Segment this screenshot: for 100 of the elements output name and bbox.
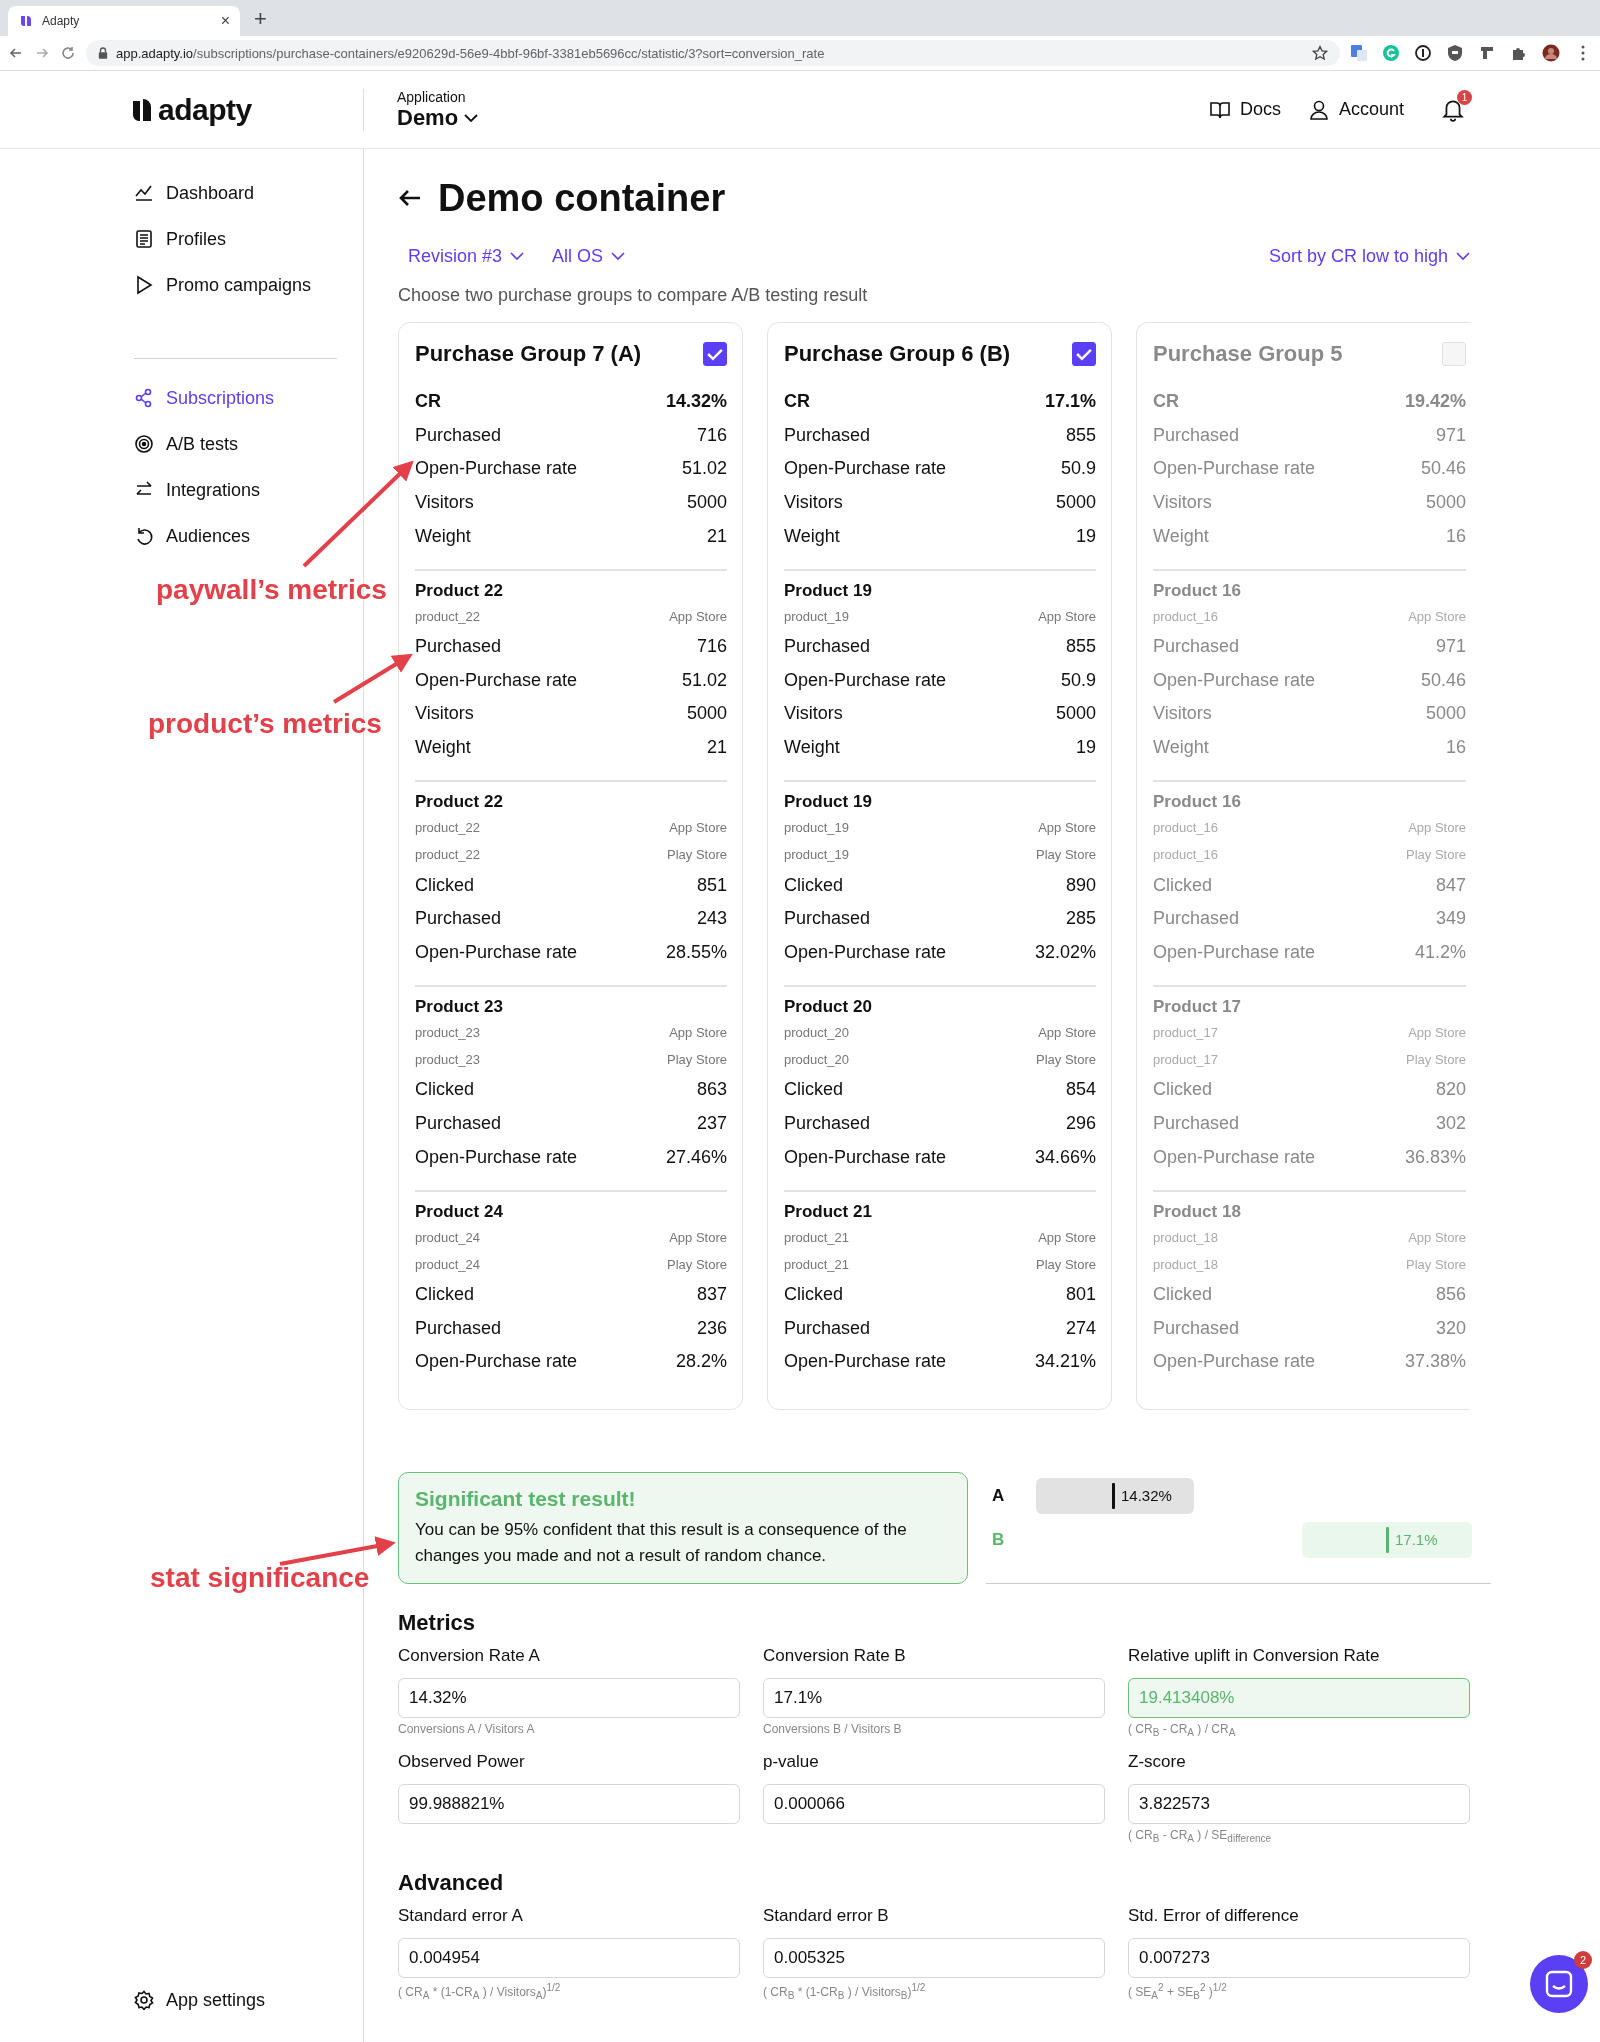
input-field[interactable]: 0.000066 — [763, 1784, 1105, 1825]
field-label: Observed Power — [398, 1752, 526, 1773]
metric-label: Clicked — [415, 874, 475, 896]
browser-tab[interactable]: Adapty × — [8, 6, 240, 36]
metric-value: 17.1% — [1044, 391, 1096, 413]
checkbox[interactable] — [1072, 342, 1096, 366]
input-field[interactable]: 0.007273 — [1128, 1938, 1470, 1979]
filter-dropdown[interactable]: Revision #3 — [408, 245, 525, 267]
metric-label: Purchased — [415, 908, 502, 930]
store-label: App Store — [669, 1025, 727, 1041]
address-bar[interactable]: app.adapty.io/subscriptions/purchase-containers/e920629d-56e9-4bbf-96bf-3381eb5696cc/statistic/3?sort=conversion_rate — [86, 40, 1340, 66]
metric-value: 856 — [1435, 1284, 1466, 1306]
metric-label: Purchased — [415, 1113, 502, 1134]
shield-icon[interactable] — [1446, 44, 1464, 62]
annotation-text: product’s metrics — [148, 708, 382, 740]
filter-dropdown[interactable]: All OS — [552, 245, 626, 267]
sidebar-item[interactable]: Audiences — [134, 521, 251, 551]
field-label: Relative uplift in Conversion Rate — [1128, 1645, 1381, 1666]
tab-title: Adapty — [42, 14, 81, 28]
bell-icon[interactable] — [1442, 97, 1464, 122]
app-dropdown[interactable]: Demo — [397, 104, 479, 131]
close-tab-button[interactable]: × — [220, 12, 230, 30]
section-title: Advanced — [398, 1870, 505, 1897]
sidebar-item[interactable]: Promo campaigns — [134, 270, 312, 300]
metric-label: Clicked — [784, 1284, 844, 1306]
metric-value: 851 — [696, 874, 727, 896]
sidebar-item[interactable]: App settings — [134, 1985, 266, 2015]
metric-value: 41.2% — [1414, 941, 1466, 963]
metric-label: Clicked — [415, 1079, 475, 1101]
app-label: Application — [397, 88, 467, 105]
notification-badge: 2 — [1574, 1951, 1592, 1969]
store-label: App Store — [1408, 608, 1466, 624]
metric-label: Weight — [784, 525, 840, 547]
section-title: Metrics — [398, 1609, 477, 1636]
metric-label: Purchased — [1153, 908, 1240, 930]
store-label: App Store — [1408, 820, 1466, 836]
metric-label: Weight — [415, 737, 471, 759]
metric-value: 5000 — [686, 703, 727, 725]
info-icon[interactable] — [1414, 44, 1432, 62]
metric-label: CR — [1153, 391, 1179, 413]
metric-label: Visitors — [1153, 492, 1212, 514]
translate-icon[interactable] — [1350, 44, 1368, 62]
metric-label: Open-Purchase rate — [415, 1146, 578, 1168]
reload-icon[interactable] — [60, 45, 76, 61]
metric-value: 50.9 — [1060, 458, 1096, 480]
sidebar-item[interactable]: Dashboard — [134, 178, 255, 208]
metric-label: Open-Purchase rate — [784, 1351, 947, 1373]
metric-label: CR — [784, 391, 810, 413]
annotation-text: stat significance — [150, 1562, 370, 1594]
new-tab-button[interactable]: + — [254, 6, 267, 32]
store-label: Play Store — [1036, 847, 1096, 863]
store-label: App Store — [669, 1229, 727, 1245]
sidebar-item[interactable]: A/B tests — [134, 429, 239, 459]
input-field[interactable]: 0.004954 — [398, 1938, 740, 1979]
account-link[interactable]: Account — [1308, 99, 1404, 120]
sidebar-item[interactable]: Profiles — [134, 224, 227, 254]
page-title: Demo container — [438, 176, 726, 220]
metric-value: 28.55% — [665, 941, 727, 963]
product-id: product_20 — [784, 1025, 850, 1041]
product-name: Product 19 — [784, 792, 873, 814]
product-name: Product 16 — [1153, 580, 1242, 602]
metric-value: 51.02 — [681, 669, 727, 691]
checkbox[interactable] — [703, 342, 727, 366]
metric-value: 19 — [1075, 737, 1096, 759]
star-icon[interactable] — [1312, 45, 1328, 61]
metric-label: Clicked — [1153, 1284, 1213, 1306]
sidebar-item[interactable]: Integrations — [134, 475, 261, 505]
formula-text: Conversions A / Visitors A — [398, 1721, 536, 1736]
back-arrow-icon[interactable] — [398, 188, 422, 208]
store-label: App Store — [669, 608, 727, 624]
input-field[interactable]: 0.005325 — [763, 1938, 1105, 1979]
product-name: Product 18 — [1153, 1201, 1242, 1223]
metric-value: 716 — [696, 424, 727, 446]
metric-value: 837 — [696, 1284, 727, 1306]
metric-label: Purchased — [415, 1317, 502, 1339]
input-field[interactable]: 14.32% — [398, 1677, 740, 1718]
product-id: product_17 — [1153, 1052, 1219, 1068]
result-text: You can be 95% confident that this result is a consequence of the changes you made and not a result of random chance. — [415, 1518, 908, 1567]
input-field[interactable]: 3.822573 — [1128, 1784, 1470, 1825]
result-title: Significant test result! — [415, 1486, 637, 1511]
docs-link[interactable]: Docs — [1209, 99, 1281, 120]
sidebar-item[interactable]: Subscriptions — [134, 383, 275, 413]
avatar-icon[interactable] — [1542, 44, 1560, 62]
store-label: Play Store — [1406, 1052, 1466, 1068]
metric-label: Weight — [1153, 737, 1209, 759]
store-label: App Store — [1038, 608, 1096, 624]
chart-icon — [134, 183, 154, 203]
input-field[interactable]: 17.1% — [763, 1677, 1105, 1718]
share-icon — [134, 388, 154, 408]
chevron-down-icon — [1456, 251, 1470, 261]
store-label: App Store — [1408, 1025, 1466, 1041]
chat-icon — [1544, 1969, 1574, 1999]
metric-label: Purchased — [784, 424, 871, 446]
metric-value: 302 — [1435, 1113, 1466, 1134]
sort-dropdown[interactable]: Sort by CR low to high — [1268, 245, 1470, 267]
input-field[interactable]: 99.988821% — [398, 1784, 740, 1825]
product-id: product_16 — [1153, 608, 1219, 624]
formula-text: ( CR$_{B}$ - CR$_{A}$ ) / SE$_{difference}$ — [1128, 1828, 1273, 1845]
logo-icon — [18, 13, 34, 29]
metric-value: 21 — [706, 525, 727, 547]
